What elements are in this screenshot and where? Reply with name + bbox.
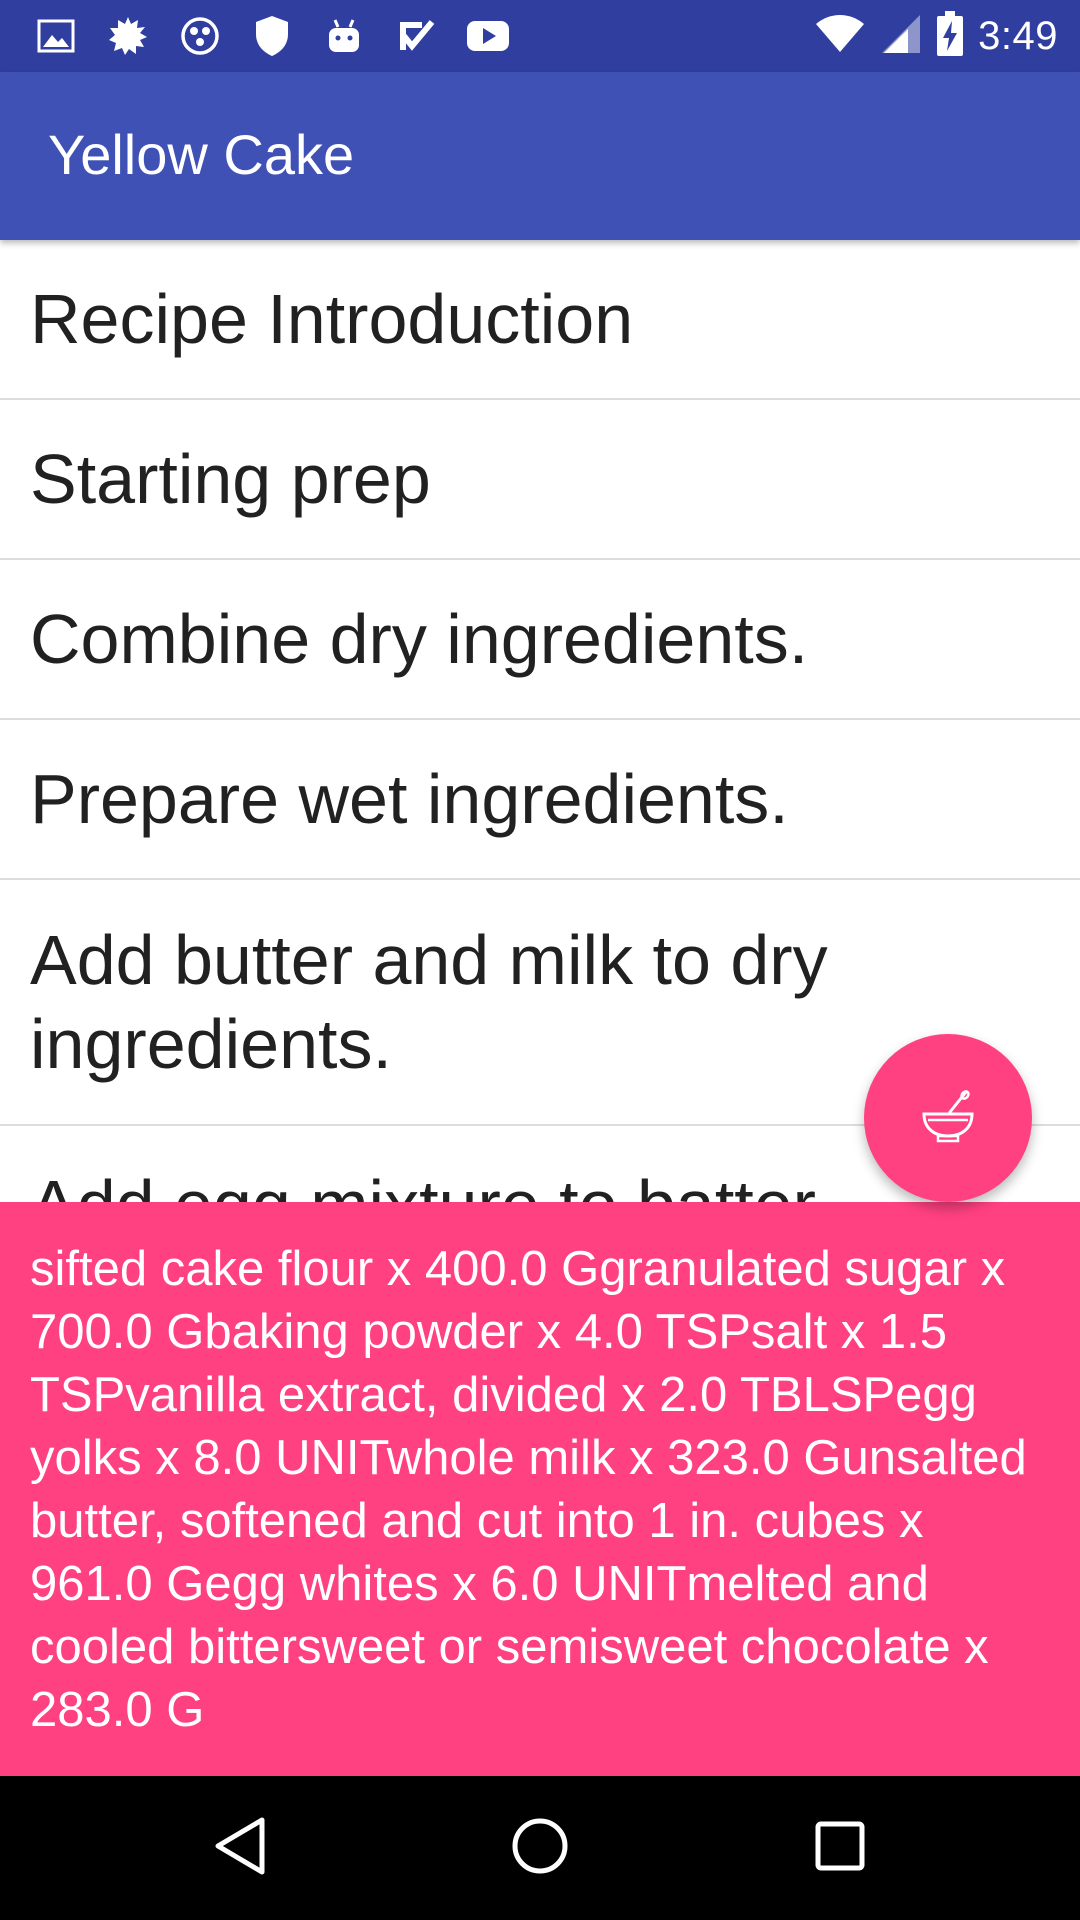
home-icon [510,1816,570,1881]
notification-icons [34,14,510,58]
step-label: Prepare wet ingredients. [30,760,789,838]
status-bar: 3:49 [0,0,1080,72]
back-icon [212,1816,268,1881]
wifi-icon [814,14,866,59]
mortar-pestle-icon [918,1086,978,1151]
back-button[interactable] [204,1812,276,1884]
signal-icon [880,13,922,60]
youtube-icon [466,14,510,58]
status-time: 3:49 [978,13,1058,58]
app-title: Yellow Cake [48,123,355,186]
settings-burst-icon [106,14,150,58]
ingredients-panel: sifted cake flour x 400.0 Ggranulated su… [0,1202,1080,1776]
step-label: Recipe Introduction [30,280,634,358]
circles-icon [178,14,222,58]
step-item-starting-prep[interactable]: Starting prep [0,400,1080,560]
home-button[interactable] [504,1812,576,1884]
shield-icon [250,14,294,58]
navigation-bar [0,1776,1080,1920]
app-bar: Yellow Cake [0,72,1080,240]
screen: 3:49 Yellow Cake Recipe Introduction Sta… [0,0,1080,1920]
battery-charging-icon [936,10,964,62]
ingredients-fab-button[interactable] [864,1034,1032,1202]
check-box-icon [394,14,438,58]
step-item-prepare-wet-ingredients[interactable]: Prepare wet ingredients. [0,720,1080,880]
step-label: Starting prep [30,440,431,518]
recents-button[interactable] [804,1812,876,1884]
step-item-recipe-introduction[interactable]: Recipe Introduction [0,240,1080,400]
ingredients-text: sifted cake flour x 400.0 Ggranulated su… [30,1242,1027,1737]
android-icon [322,14,366,58]
status-indicators: 3:49 [814,10,1058,62]
step-label: Add butter and milk to dry ingredients. [30,921,828,1083]
step-item-combine-dry-ingredients[interactable]: Combine dry ingredients. [0,560,1080,720]
image-icon [34,14,78,58]
recents-icon [814,1820,866,1877]
step-label: Combine dry ingredients. [30,600,809,678]
